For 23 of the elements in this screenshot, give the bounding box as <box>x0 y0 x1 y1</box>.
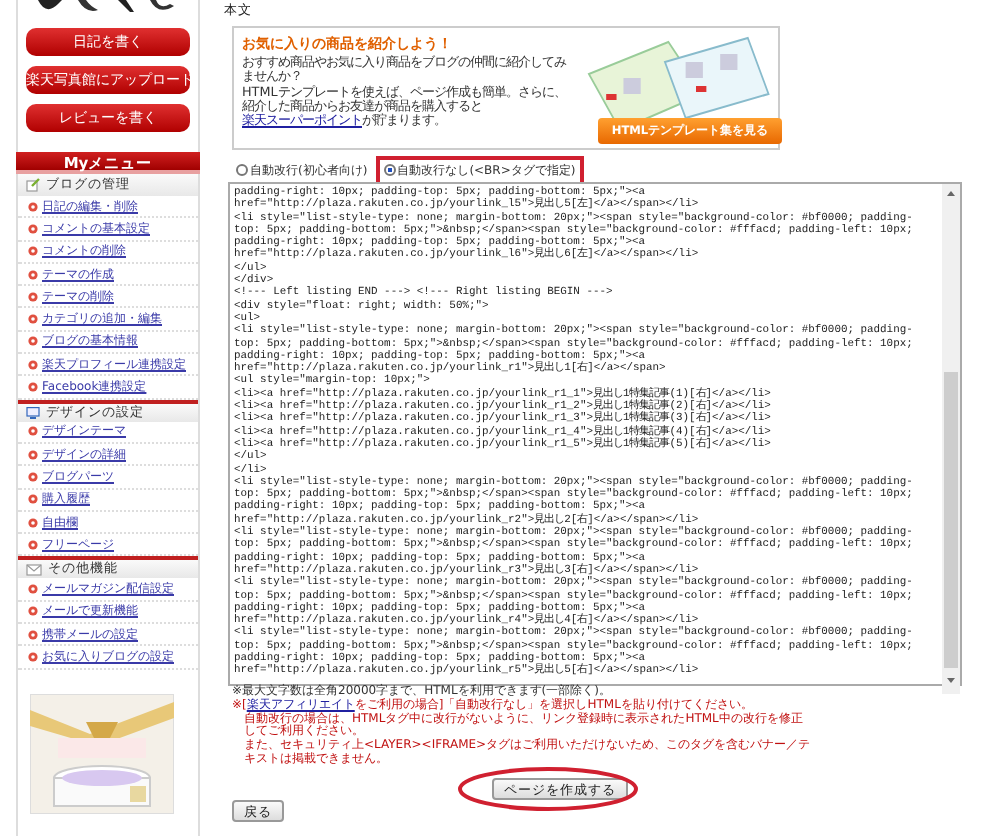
monitor-icon <box>26 405 40 420</box>
bullet-icon <box>28 606 38 617</box>
bullet-icon <box>28 359 38 370</box>
envelope-icon <box>26 563 42 576</box>
bullet-icon <box>28 629 38 640</box>
bullet-icon <box>28 426 38 437</box>
bullet-icon <box>28 651 38 662</box>
bullet-icon <box>28 269 38 280</box>
bullet-icon <box>28 382 38 393</box>
bullet-icon <box>28 336 38 347</box>
notepad-pencil-icon <box>26 178 40 192</box>
bullet-icon <box>28 494 38 505</box>
bullet-icon <box>28 314 38 325</box>
bullet-icon <box>28 584 38 595</box>
bullet-icon <box>28 539 38 550</box>
scrollbar[interactable] <box>942 184 960 694</box>
bullet-icon <box>28 449 38 460</box>
bullet-icon <box>28 246 38 257</box>
bullet-icon <box>28 223 38 234</box>
bullet-icon <box>28 201 38 212</box>
bullet-icon <box>28 517 38 527</box>
bullet-icon <box>28 471 38 482</box>
bullet-icon <box>28 291 38 302</box>
